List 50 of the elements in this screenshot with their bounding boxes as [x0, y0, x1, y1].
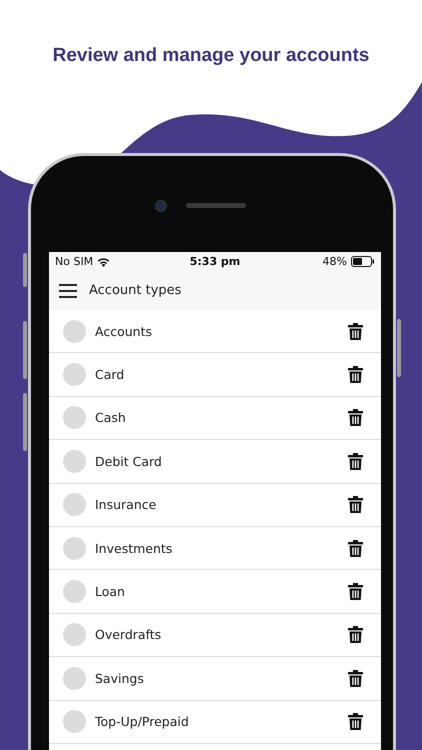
avatar-circle [63, 363, 86, 386]
account-type-name: Card [95, 367, 126, 382]
trash-icon[interactable] [348, 540, 363, 557]
avatar-circle [63, 710, 86, 734]
avatar-circle [63, 666, 86, 690]
account-type-name: Insurance [95, 497, 158, 512]
trash-icon[interactable] [348, 583, 363, 600]
menu-icon[interactable] [59, 284, 77, 298]
avatar-circle [63, 623, 86, 646]
trash-icon[interactable] [348, 670, 363, 687]
trash-icon[interactable] [348, 409, 363, 426]
account-type-item[interactable]: Accounts [49, 310, 381, 354]
account-type-item[interactable]: Cash [49, 396, 381, 440]
camera-icon [155, 200, 167, 212]
account-type-name: Investments [95, 540, 174, 556]
account-type-name: Cash [95, 410, 127, 426]
account-type-name: Accounts [95, 324, 153, 339]
wifi-icon [97, 256, 110, 266]
avatar-circle [63, 320, 86, 343]
trash-icon[interactable] [348, 626, 363, 644]
trash-icon[interactable] [348, 496, 363, 514]
account-type-item[interactable]: Savings [49, 657, 381, 701]
avatar-circle [63, 536, 86, 560]
battery-percent: 48% [322, 255, 347, 268]
avatar-circle [63, 406, 86, 430]
avatar-circle [63, 580, 86, 604]
account-type-item[interactable]: Insurance [49, 484, 381, 527]
account-type-item[interactable]: Investments [49, 526, 381, 570]
clock-time: 5:33 pm [190, 255, 240, 268]
account-type-item[interactable]: Card [49, 353, 381, 397]
battery-icon [351, 256, 375, 267]
account-type-name: Savings [95, 670, 145, 686]
trash-icon[interactable] [348, 452, 363, 470]
account-type-item[interactable]: Debit Card [49, 440, 381, 484]
account-type-item[interactable]: Overdrafts [49, 614, 381, 658]
account-type-name: Top-Up/Prepaid [95, 714, 190, 730]
account-type-name: Debit Card [95, 454, 163, 469]
avatar-circle [63, 450, 86, 473]
trash-icon[interactable] [348, 322, 363, 340]
speaker-grille [186, 203, 246, 208]
account-type-name: Overdrafts [95, 627, 162, 642]
account-type-name: Loan [95, 584, 126, 600]
screen-title: Account types [89, 283, 182, 298]
trash-icon[interactable] [348, 713, 363, 730]
carrier-label: No SIM [55, 255, 94, 268]
trash-icon[interactable] [348, 366, 363, 384]
headline: Review and manage your accounts [52, 44, 370, 67]
account-type-item[interactable]: Loan [49, 570, 381, 614]
avatar-circle [63, 493, 86, 516]
account-type-item[interactable]: Top-Up/Prepaid [49, 700, 381, 744]
